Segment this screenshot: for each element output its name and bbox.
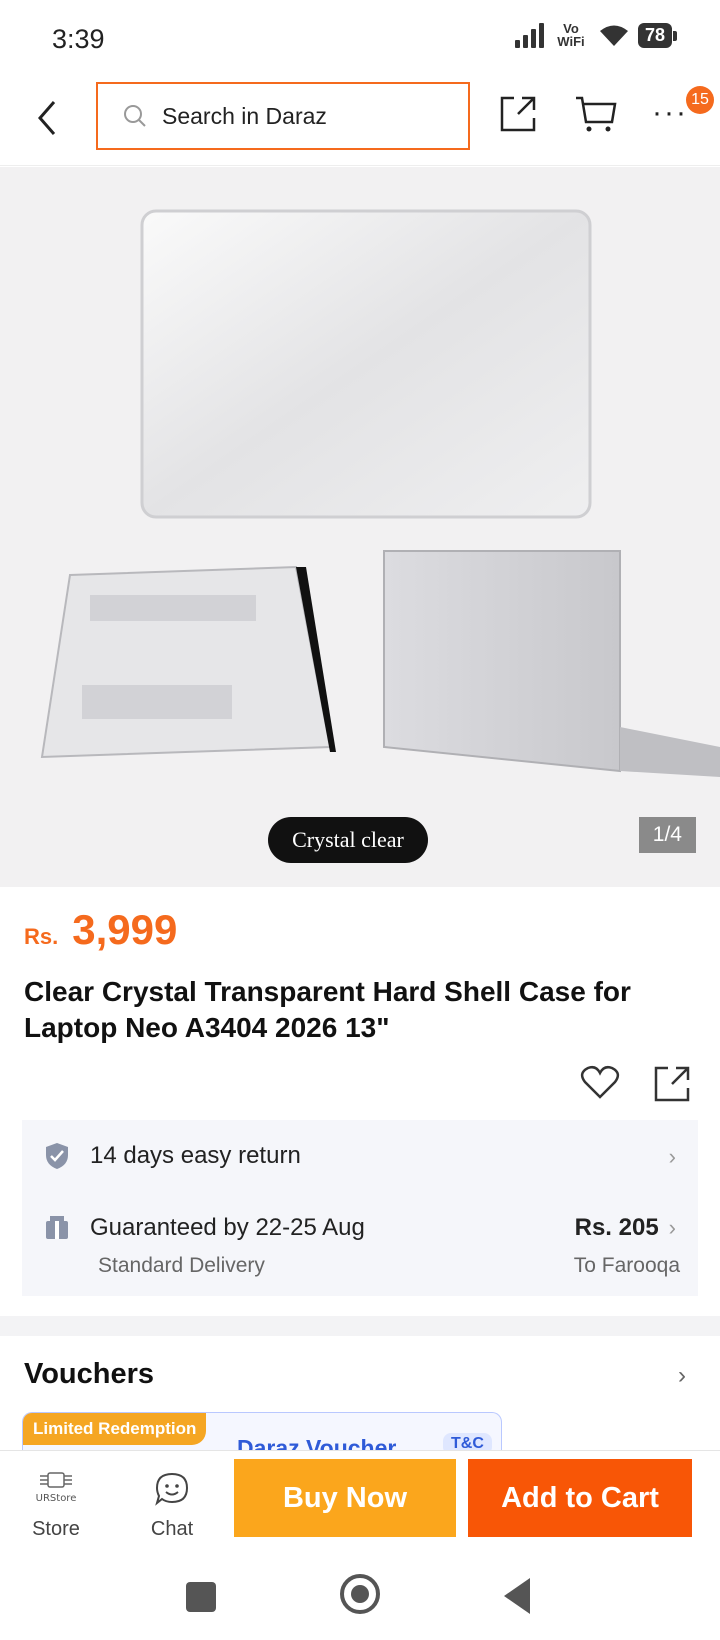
heart-icon [580, 1065, 620, 1099]
delivery-fee[interactable]: Rs. 205 › [575, 1214, 676, 1242]
return-text: 14 days easy return [90, 1142, 301, 1169]
share-icon [654, 1066, 690, 1102]
service-info-panel[interactable]: 14 days easy return › Guaranteed by 22-2… [22, 1120, 698, 1296]
delivery-row[interactable]: Guaranteed by 22-25 Aug [44, 1214, 365, 1242]
share-icon [500, 96, 536, 132]
chevron-left-icon [38, 101, 56, 135]
store-logo-icon: URStore [36, 1472, 76, 1504]
search-icon [124, 105, 146, 127]
price-currency: Rs. [24, 924, 59, 949]
share-button[interactable] [498, 94, 538, 139]
product-title: Clear Crystal Transparent Hard Shell Cas… [24, 976, 631, 1043]
home-button[interactable] [340, 1574, 380, 1614]
search-placeholder: Search in Daraz [162, 102, 327, 129]
signal-icon [514, 22, 544, 48]
product-image-gallery[interactable]: Crystal clear 1/4 [0, 167, 720, 887]
bottom-action-bar: URStore Store Chat Buy Now Add to Cart [0, 1450, 720, 1554]
product-share-button[interactable] [652, 1064, 692, 1109]
package-icon [46, 1216, 68, 1239]
more-options-button[interactable]: ··· [652, 96, 688, 130]
add-to-cart-button[interactable]: Add to Cart [468, 1459, 692, 1537]
chevron-right-icon: › [668, 1215, 676, 1240]
chat-label: Chat [150, 1518, 194, 1540]
vowifi-label: Vo WiFi [557, 21, 585, 49]
top-header: Search in Daraz ··· 15 [0, 78, 720, 166]
limited-redemption-badge: Limited Redemption [23, 1413, 207, 1445]
shield-check-icon [46, 1143, 68, 1169]
delivery-text: Guaranteed by 22-25 Aug [90, 1214, 365, 1241]
buy-now-button[interactable]: Buy Now [234, 1459, 456, 1537]
status-bar: 3:39 Vo WiFi 78 [0, 0, 720, 78]
wifi-icon [599, 25, 628, 46]
return-policy-row[interactable]: 14 days easy return [44, 1142, 301, 1170]
image-counter: 1/4 [638, 817, 696, 853]
battery-indicator: 78 [637, 22, 678, 48]
chat-button[interactable]: Chat [136, 1471, 208, 1541]
delivery-destination: To Farooqa [573, 1254, 680, 1277]
price: Rs. 3,999 [24, 906, 177, 954]
system-back-button[interactable] [504, 1578, 530, 1614]
vouchers-heading: Vouchers [24, 1358, 155, 1390]
product-image [40, 209, 720, 777]
store-button[interactable]: URStore Store [20, 1471, 92, 1541]
voucher-card[interactable]: Limited Redemption Daraz Voucher T&C [22, 1412, 502, 1452]
cart-icon [576, 96, 617, 132]
notification-badge: 15 [686, 86, 714, 114]
image-caption: Crystal clear [268, 817, 428, 863]
price-value: 3,999 [72, 906, 178, 953]
search-input[interactable]: Search in Daraz [96, 82, 470, 150]
status-time: 3:39 [52, 24, 105, 54]
delivery-fee-value: Rs. 205 [574, 1214, 659, 1241]
vouchers-more-button[interactable]: › [678, 1362, 686, 1390]
back-button[interactable] [30, 96, 70, 140]
system-nav-bar [0, 1554, 720, 1640]
recents-button[interactable] [186, 1582, 216, 1612]
store-label: Store [32, 1518, 80, 1540]
chat-icon [155, 1472, 189, 1506]
chevron-right-icon: › [668, 1144, 676, 1169]
wishlist-button[interactable] [580, 1064, 620, 1105]
delivery-type: Standard Delivery [98, 1254, 265, 1277]
section-divider [0, 1316, 720, 1336]
store-logo-text: URStore [36, 1493, 76, 1504]
cart-button[interactable] [574, 94, 618, 139]
